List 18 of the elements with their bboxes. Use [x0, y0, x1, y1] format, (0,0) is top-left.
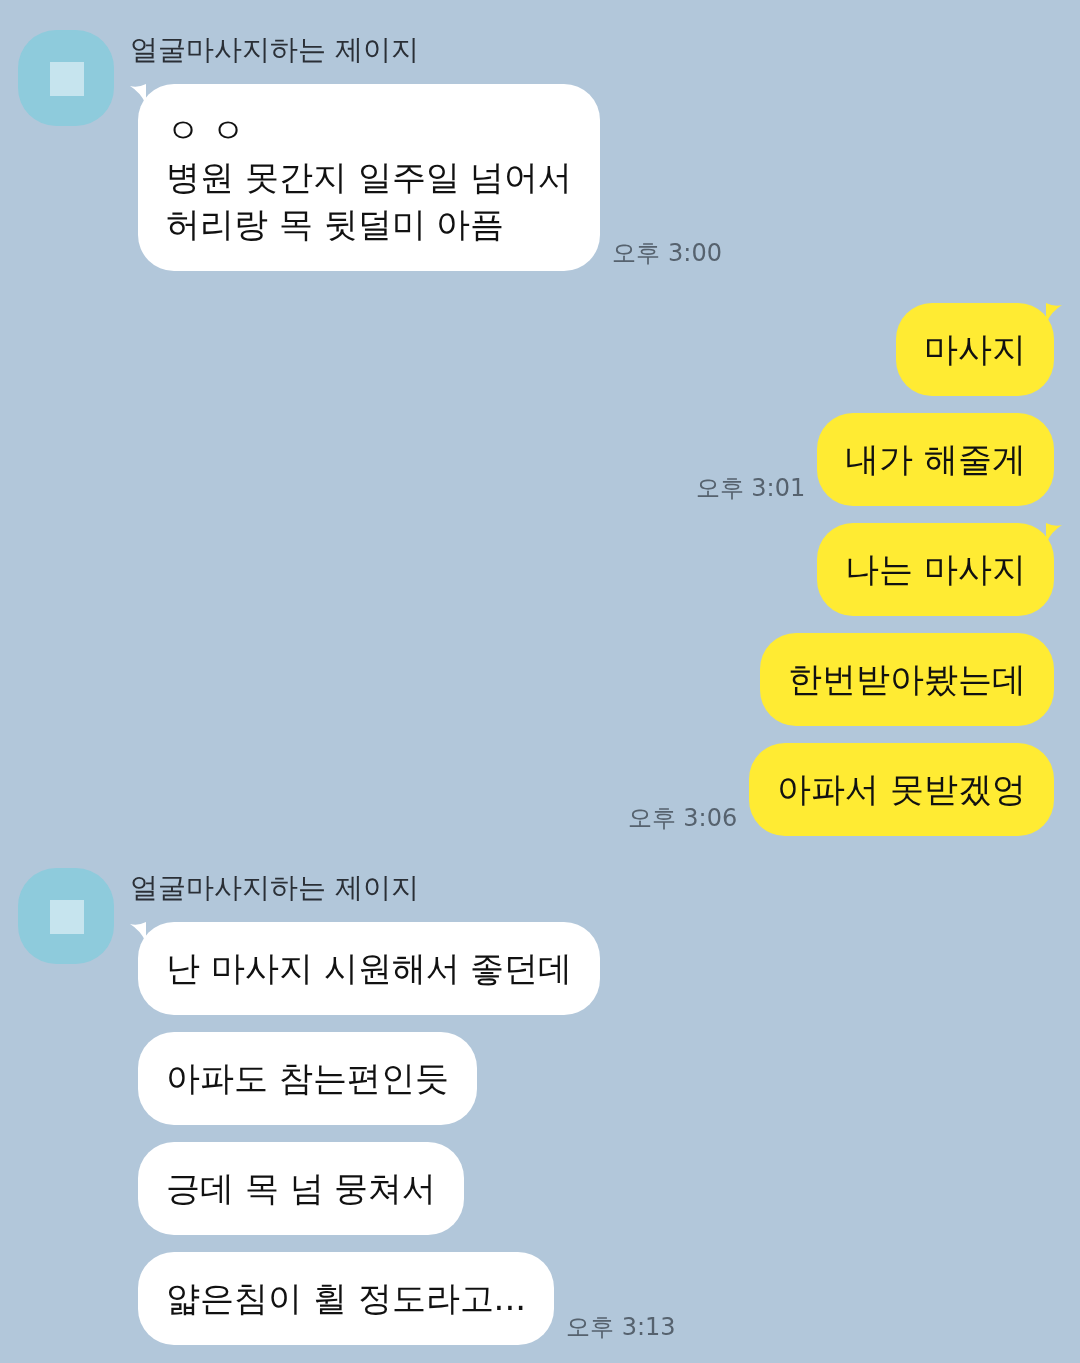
- message-time: 오후 3:06: [627, 803, 738, 834]
- sender-name: 얼굴마사지하는 제이지: [130, 32, 420, 68]
- chat-bubble: 내가 해줄게: [817, 413, 1054, 506]
- chat-bubble: 얇은침이 휠 정도라고...: [138, 1252, 555, 1345]
- chat-bubble: 난 마사지 시원해서 좋던데: [138, 922, 601, 1015]
- chat-bubble: ㅇ ㅇ 병원 못간지 일주일 넘어서 허리랑 목 뒷덜미 아픔: [138, 84, 601, 271]
- chat-bubble: 긍데 목 넘 뭉쳐서: [138, 1142, 465, 1235]
- chat-bubble: 아파서 못받겠엉: [749, 743, 1054, 836]
- message-time: 오후 3:01: [695, 473, 806, 504]
- sender-name: 얼굴마사지하는 제이지: [130, 870, 420, 906]
- chat-bubble: 나는 마사지: [817, 523, 1054, 616]
- chat-bubble: 마사지: [896, 303, 1054, 396]
- avatar-icon[interactable]: [18, 30, 114, 126]
- message-time: 오후 3:00: [612, 238, 722, 269]
- message-time: 오후 3:13: [566, 1312, 676, 1343]
- avatar-icon[interactable]: [18, 868, 114, 964]
- chat-bubble: 아파도 참는편인듯: [138, 1032, 477, 1125]
- chat-bubble: 한번받아봤는데: [760, 633, 1054, 726]
